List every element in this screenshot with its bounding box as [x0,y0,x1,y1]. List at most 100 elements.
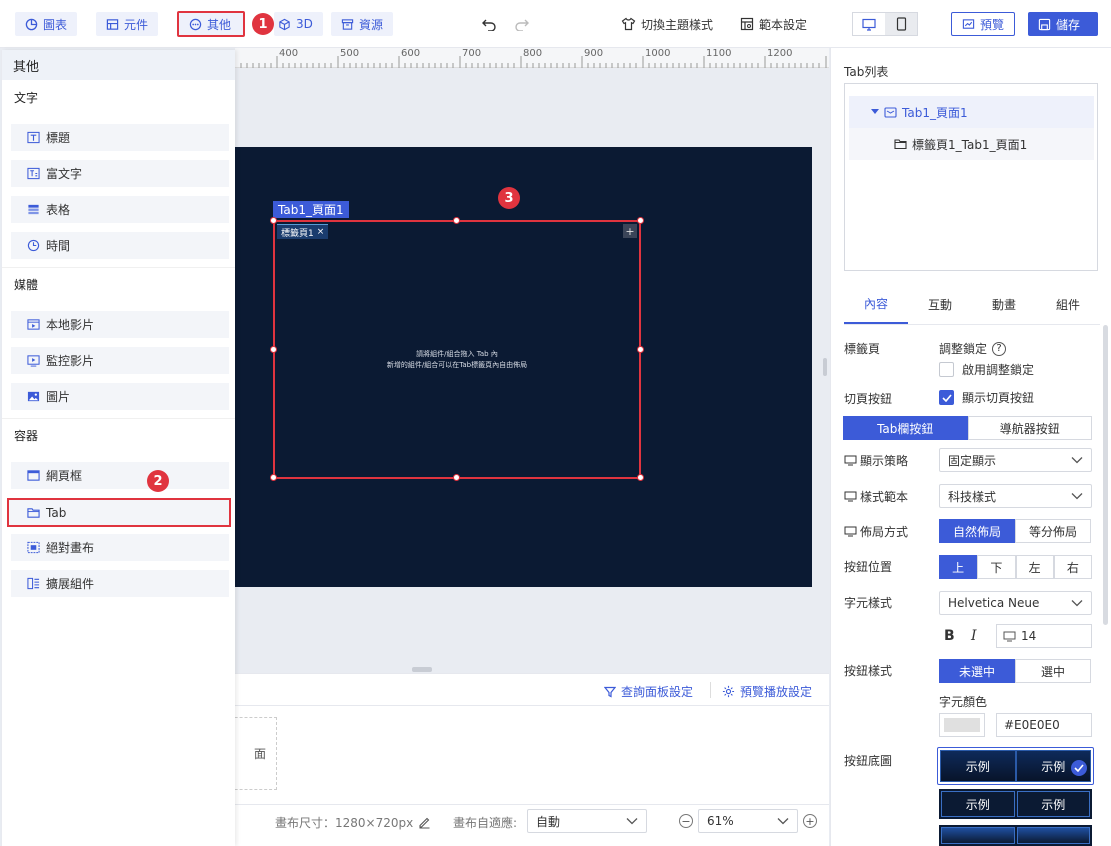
display-strategy-select[interactable]: 固定顯示 [939,448,1092,472]
canvas-scrollbar[interactable] [823,358,827,376]
font-color-input[interactable]: #E0E0E0 [996,713,1092,737]
resize-handle[interactable] [637,474,644,481]
component-item-label: 圖片 [46,390,71,404]
panel-resize-handle[interactable] [412,667,432,672]
position-bottom-option[interactable]: 下 [977,555,1016,579]
component-item-tab[interactable]: Tab [7,498,231,527]
font-family-select[interactable]: Helvetica Neue [939,591,1092,615]
italic-button[interactable]: I [971,628,977,644]
undo-button[interactable] [481,12,497,36]
component-item-table[interactable]: 表格 [11,196,229,223]
tree-node-parent[interactable]: Tab1_頁面1 [849,96,1094,128]
resize-handle[interactable] [453,474,460,481]
step-badge-1: 1 [252,13,274,35]
monitor-icon [844,455,857,466]
theme-switch-button[interactable]: 切換主題樣式 [621,12,713,36]
button-bg-option-3[interactable] [939,825,1092,846]
other-components-panel: 其他 文字 標題 富文字 表格 時間 媒體 本地影片 監控影片 圖片 容器 網頁… [2,50,235,846]
component-item-time[interactable]: 時間 [11,232,229,259]
canvas-fit-select[interactable]: 自動 [527,809,647,833]
tab-animation[interactable]: 動畫 [972,285,1036,324]
selected-option[interactable]: 選中 [1015,659,1091,683]
component-item-label: 標題 [46,131,71,145]
clock-icon [27,239,40,252]
checkbox-unchecked[interactable] [939,362,954,377]
other-button[interactable]: 其他 [177,11,245,37]
resource-button[interactable]: 資源 [331,12,394,36]
chart-icon [25,18,38,30]
tab-component[interactable]: 標籤頁1 × + 請將組件/組合拖入 Tab 內 新增的組件/組合可以在Tab標… [273,220,641,479]
tab-add-icon[interactable]: + [623,224,637,238]
divider [235,804,829,805]
component-item-image[interactable]: 圖片 [11,383,229,410]
layout-natural-option[interactable]: 自然佈局 [939,519,1015,543]
query-panel-settings-link[interactable]: 查詢面板設定 [604,683,693,700]
chart-button[interactable]: 圖表 [15,12,78,36]
bold-button[interactable]: B [944,628,955,644]
show-switch-checkbox[interactable]: 顯示切頁按鈕 [939,389,1034,406]
tab-page-label[interactable]: 標籤頁1 × [277,224,329,239]
query-panel-settings-label: 查詢面板設定 [621,685,694,699]
tree-node-child[interactable]: 標籤頁1_Tab1_頁面1 [849,128,1094,160]
zoom-select[interactable]: 61% [698,809,798,833]
component-item-localvideo[interactable]: 本地影片 [11,311,229,338]
checkbox-checked[interactable] [939,390,954,405]
component-item-title[interactable]: 標題 [11,124,229,151]
button-bg-option-2[interactable]: 示例 示例 [939,789,1092,819]
tab-close-icon[interactable]: × [317,227,325,237]
tabbar-button-option[interactable]: Tab欄按鈕 [843,416,968,440]
resize-handle[interactable] [453,217,460,224]
redo-button[interactable] [514,12,530,36]
lock-setting: 調整鎖定 ? [939,340,1007,357]
save-button[interactable]: 儲存 [1028,12,1098,36]
zoom-out-icon[interactable]: − [679,814,693,828]
rich-text-icon [27,167,40,180]
threed-button[interactable]: 3D [274,12,323,36]
layout-equal-option[interactable]: 等分佈局 [1015,519,1091,543]
preview-button[interactable]: 預覽 [951,12,1016,36]
ruler-label: 500 [340,48,360,59]
zoom-in-icon[interactable]: + [803,814,817,828]
tab-page-label: 標籤頁 [844,342,881,356]
position-right-option[interactable]: 右 [1053,555,1092,579]
component-item-monitorvideo[interactable]: 監控影片 [11,347,229,374]
resize-handle[interactable] [270,346,277,353]
style-template-select[interactable]: 科技樣式 [939,484,1092,508]
edit-pencil-icon[interactable] [418,816,431,829]
template-settings-button[interactable]: 範本設定 [740,12,807,36]
preview-play-settings-link[interactable]: 預覽播放設定 [722,683,812,700]
position-top-option[interactable]: 上 [939,555,978,579]
button-bg-option-1[interactable]: 示例 示例 [937,747,1094,785]
navigator-button-option[interactable]: 導航器按鈕 [967,416,1092,440]
tab-component[interactable]: 組件 [1036,285,1100,324]
lock-enable-checkbox[interactable]: 啟用調整鎖定 [939,361,1034,378]
selected-check-icon [1071,760,1087,776]
component-item-abscanvas[interactable]: 絕對畫布 [11,534,229,561]
mobile-view-button[interactable] [885,13,917,35]
resize-handle[interactable] [637,346,644,353]
resize-handle[interactable] [270,474,277,481]
tab-content[interactable]: 內容 [844,285,908,324]
show-switch-label: 顯示切頁按鈕 [962,391,1035,405]
help-icon[interactable]: ? [992,341,1007,356]
layout-options: 自然佈局 等分佈局 [939,519,1091,543]
component-item-label: Tab [46,505,67,520]
tab-page-label-text: 標籤頁1 [281,228,314,239]
tab-interaction[interactable]: 互動 [908,285,972,324]
component-item-webframe[interactable]: 網頁框 [11,462,229,489]
resize-handle[interactable] [270,217,277,224]
theme-switch-label: 切換主題樣式 [641,17,714,32]
example-right-partial [1016,827,1090,844]
properties-scrollbar[interactable] [1103,325,1108,625]
font-color-swatch[interactable] [939,713,985,737]
component-item-extension[interactable]: 擴展組件 [11,570,229,597]
resize-handle[interactable] [637,217,644,224]
position-left-option[interactable]: 左 [1015,555,1054,579]
font-size-input[interactable]: 14 [996,624,1092,648]
component-item-richtext[interactable]: 富文字 [11,160,229,187]
ruler-label: 400 [279,48,299,59]
chevron-down-icon [1071,600,1083,607]
desktop-view-button[interactable] [853,13,885,35]
component-button[interactable]: 元件 [96,12,159,36]
unselected-option[interactable]: 未選中 [939,659,1015,683]
